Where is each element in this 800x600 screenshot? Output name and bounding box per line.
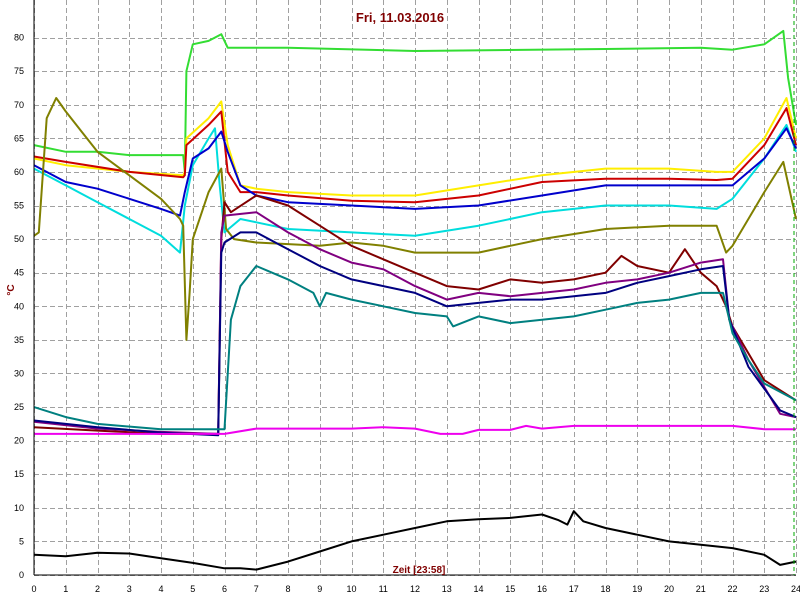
y-tick-label: 15	[14, 469, 24, 479]
y-tick-label: 55	[14, 201, 24, 211]
x-tick-label: 2	[95, 584, 100, 594]
y-tick-label: 20	[14, 436, 24, 446]
x-tick-label: 24	[791, 584, 800, 594]
x-tick-label: 21	[696, 584, 706, 594]
x-tick-label: 20	[664, 584, 674, 594]
x-tick-label: 9	[317, 584, 322, 594]
x-tick-label: 13	[442, 584, 452, 594]
x-tick-label: 15	[505, 584, 515, 594]
x-tick-label: 5	[190, 584, 195, 594]
x-axis-label: Zeit [23:58]	[393, 565, 446, 576]
temperature-chart: 0 1 2 3 4 5 6 7 8 9 10 11 12 13 14 15 16 17 18 19 20 21 22 23 24…	[0, 0, 800, 600]
y-tick-label: 25	[14, 402, 24, 412]
y-axis-label: °C	[6, 284, 17, 295]
x-tick-label: 4	[158, 584, 163, 594]
x-tick-label: 14	[473, 584, 483, 594]
y-tick-label: 10	[14, 503, 24, 513]
y-tick-label: 60	[14, 167, 24, 177]
y-tick-label: 35	[14, 335, 24, 345]
x-tick-label: 0	[31, 584, 36, 594]
x-tick-label: 12	[410, 584, 420, 594]
plot-background	[0, 0, 800, 600]
x-tick-label: 19	[632, 584, 642, 594]
y-tick-label: 0	[19, 570, 24, 580]
y-tick-label: 80	[14, 33, 24, 43]
y-tick-label: 40	[14, 301, 24, 311]
x-tick-label: 11	[379, 584, 388, 594]
x-tick-label: 23	[759, 584, 769, 594]
x-tick-label: 17	[569, 584, 579, 594]
x-tick-label: 1	[63, 584, 68, 594]
y-tick-label: 65	[14, 133, 24, 143]
y-tick-label: 70	[14, 100, 24, 110]
x-tick-label: 18	[600, 584, 610, 594]
x-tick-label: 3	[127, 584, 132, 594]
y-tick-label: 30	[14, 368, 24, 378]
x-tick-label: 7	[254, 584, 259, 594]
x-tick-label: 8	[285, 584, 290, 594]
chart-title: Fri, 11.03.2016	[356, 10, 444, 25]
y-tick-label: 45	[14, 268, 24, 278]
x-tick-label: 22	[727, 584, 737, 594]
y-tick-label: 5	[19, 536, 24, 546]
x-tick-label: 16	[537, 584, 547, 594]
x-tick-label: 6	[222, 584, 227, 594]
x-tick-label: 10	[346, 584, 356, 594]
y-tick-label: 75	[14, 66, 24, 76]
y-tick-label: 50	[14, 234, 24, 244]
